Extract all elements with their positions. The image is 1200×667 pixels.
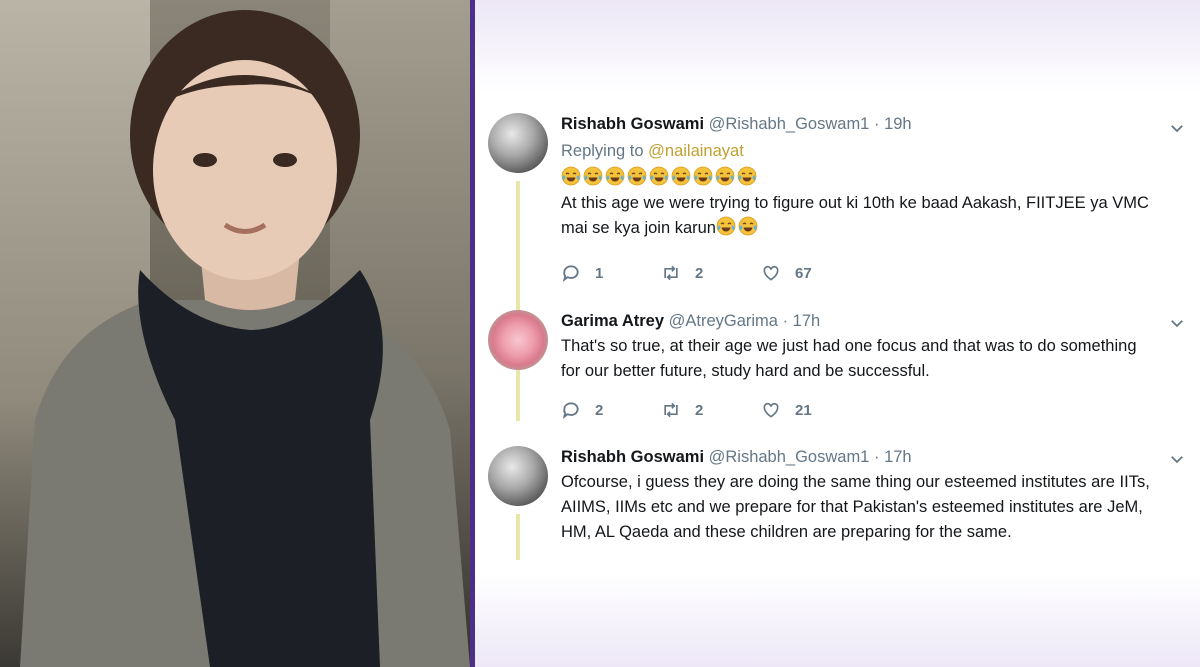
- like-button[interactable]: 21: [761, 400, 861, 420]
- retweet-icon: [664, 265, 678, 281]
- reply-icon: [562, 265, 579, 282]
- retweet-icon: [664, 402, 678, 418]
- tweet-2: Garima Atrey @AtreyGarima · 17h That's s…: [488, 310, 1188, 430]
- tweet-3: Rishabh Goswami @Rishabh_Goswam1 · 17h O…: [488, 446, 1188, 566]
- retweet-button[interactable]: 2: [661, 400, 761, 420]
- author-handle[interactable]: @AtreyGarima: [669, 312, 778, 330]
- chevron-down-icon[interactable]: [1168, 119, 1186, 137]
- retweet-button[interactable]: 2: [661, 263, 761, 283]
- reply-count: 1: [595, 264, 604, 282]
- emoji-inline: [716, 216, 760, 237]
- face-with-tears-of-joy-icon: [605, 166, 625, 186]
- tweet-1: Rishabh Goswami @Rishabh_Goswam1 · 19h R…: [488, 113, 1188, 421]
- author-name[interactable]: Garima Atrey: [561, 312, 664, 330]
- face-with-tears-of-joy-icon: [561, 166, 581, 186]
- reply-button[interactable]: 2: [561, 400, 661, 420]
- face-with-tears-of-joy-icon: [671, 166, 691, 186]
- tweet-text-line: That's so true, at their age we just had…: [561, 337, 1137, 355]
- avatar[interactable]: [488, 310, 548, 370]
- tweet-text-line: mai se kya join karun: [561, 219, 716, 237]
- tweet-text-line-with-emoji: mai se kya join karun: [561, 216, 1181, 241]
- chevron-down-icon[interactable]: [1168, 450, 1186, 468]
- tweet-header: Rishabh Goswami @Rishabh_Goswam1 · 17h: [561, 446, 1181, 468]
- face-with-tears-of-joy-icon: [627, 166, 647, 186]
- reply-button[interactable]: 1: [561, 263, 661, 283]
- author-name[interactable]: Rishabh Goswami: [561, 448, 704, 466]
- avatar[interactable]: [488, 113, 548, 173]
- like-count: 67: [795, 264, 812, 282]
- author-handle[interactable]: @Rishabh_Goswam1: [709, 115, 870, 133]
- tweet-text: At this age we were trying to figure out…: [561, 166, 1181, 241]
- retweet-count: 2: [695, 264, 704, 282]
- face-with-tears-of-joy-icon: [583, 166, 603, 186]
- separator-dot: ·: [782, 312, 789, 330]
- tweet-header: Rishabh Goswami @Rishabh_Goswam1 · 19h: [561, 113, 1181, 135]
- avatar[interactable]: [488, 446, 548, 506]
- tweet-header: Garima Atrey @AtreyGarima · 17h: [561, 310, 1181, 332]
- replying-to: Replying to @nailainayat: [561, 142, 1181, 161]
- timestamp[interactable]: 17h: [884, 448, 912, 466]
- timestamp[interactable]: 17h: [793, 312, 821, 330]
- heart-icon: [763, 402, 779, 418]
- tweet-text-line: At this age we were trying to figure out…: [561, 194, 1149, 212]
- face-with-tears-of-joy-icon: [716, 216, 736, 236]
- replying-to-label: Replying to: [561, 142, 644, 160]
- face-with-tears-of-joy-icon: [649, 166, 669, 186]
- separator-dot: ·: [873, 448, 880, 466]
- reply-count: 2: [595, 401, 604, 419]
- tweet-actions: 2 2 21: [561, 400, 861, 420]
- girl-figure: [20, 10, 470, 667]
- face-with-tears-of-joy-icon: [738, 216, 758, 236]
- reply-icon: [562, 402, 579, 419]
- chevron-down-icon[interactable]: [1168, 314, 1186, 332]
- tweet-text-line: for our better future, study hard and be…: [561, 362, 930, 380]
- tweet-thread-panel: Rishabh Goswami @Rishabh_Goswam1 · 19h R…: [475, 0, 1200, 667]
- face-with-tears-of-joy-icon: [715, 166, 735, 186]
- timestamp[interactable]: 19h: [884, 115, 912, 133]
- tweet-text-line: HM, AL Qaeda and these children are prep…: [561, 523, 1012, 541]
- thread-line: [516, 514, 520, 560]
- tweet-text-line: AIIMS, IIMs etc and we prepare for that …: [561, 498, 1143, 516]
- separator-dot: ·: [873, 115, 880, 133]
- face-with-tears-of-joy-icon: [737, 166, 757, 186]
- retweet-count: 2: [695, 401, 704, 419]
- tweet-actions: 1 2 67: [561, 263, 861, 283]
- tweet-text-line: Ofcourse, i guess they are doing the sam…: [561, 473, 1150, 491]
- author-name[interactable]: Rishabh Goswami: [561, 115, 704, 133]
- like-count: 21: [795, 401, 812, 419]
- video-still: [0, 0, 470, 667]
- author-handle[interactable]: @Rishabh_Goswam1: [709, 448, 870, 466]
- face-with-tears-of-joy-icon: [693, 166, 713, 186]
- heart-icon: [763, 265, 779, 281]
- like-button[interactable]: 67: [761, 263, 861, 283]
- tweet-text: Ofcourse, i guess they are doing the sam…: [561, 470, 1181, 545]
- tweet-text: That's so true, at their age we just had…: [561, 334, 1181, 384]
- emoji-row: [561, 166, 1181, 191]
- mention-link[interactable]: @nailainayat: [648, 142, 744, 160]
